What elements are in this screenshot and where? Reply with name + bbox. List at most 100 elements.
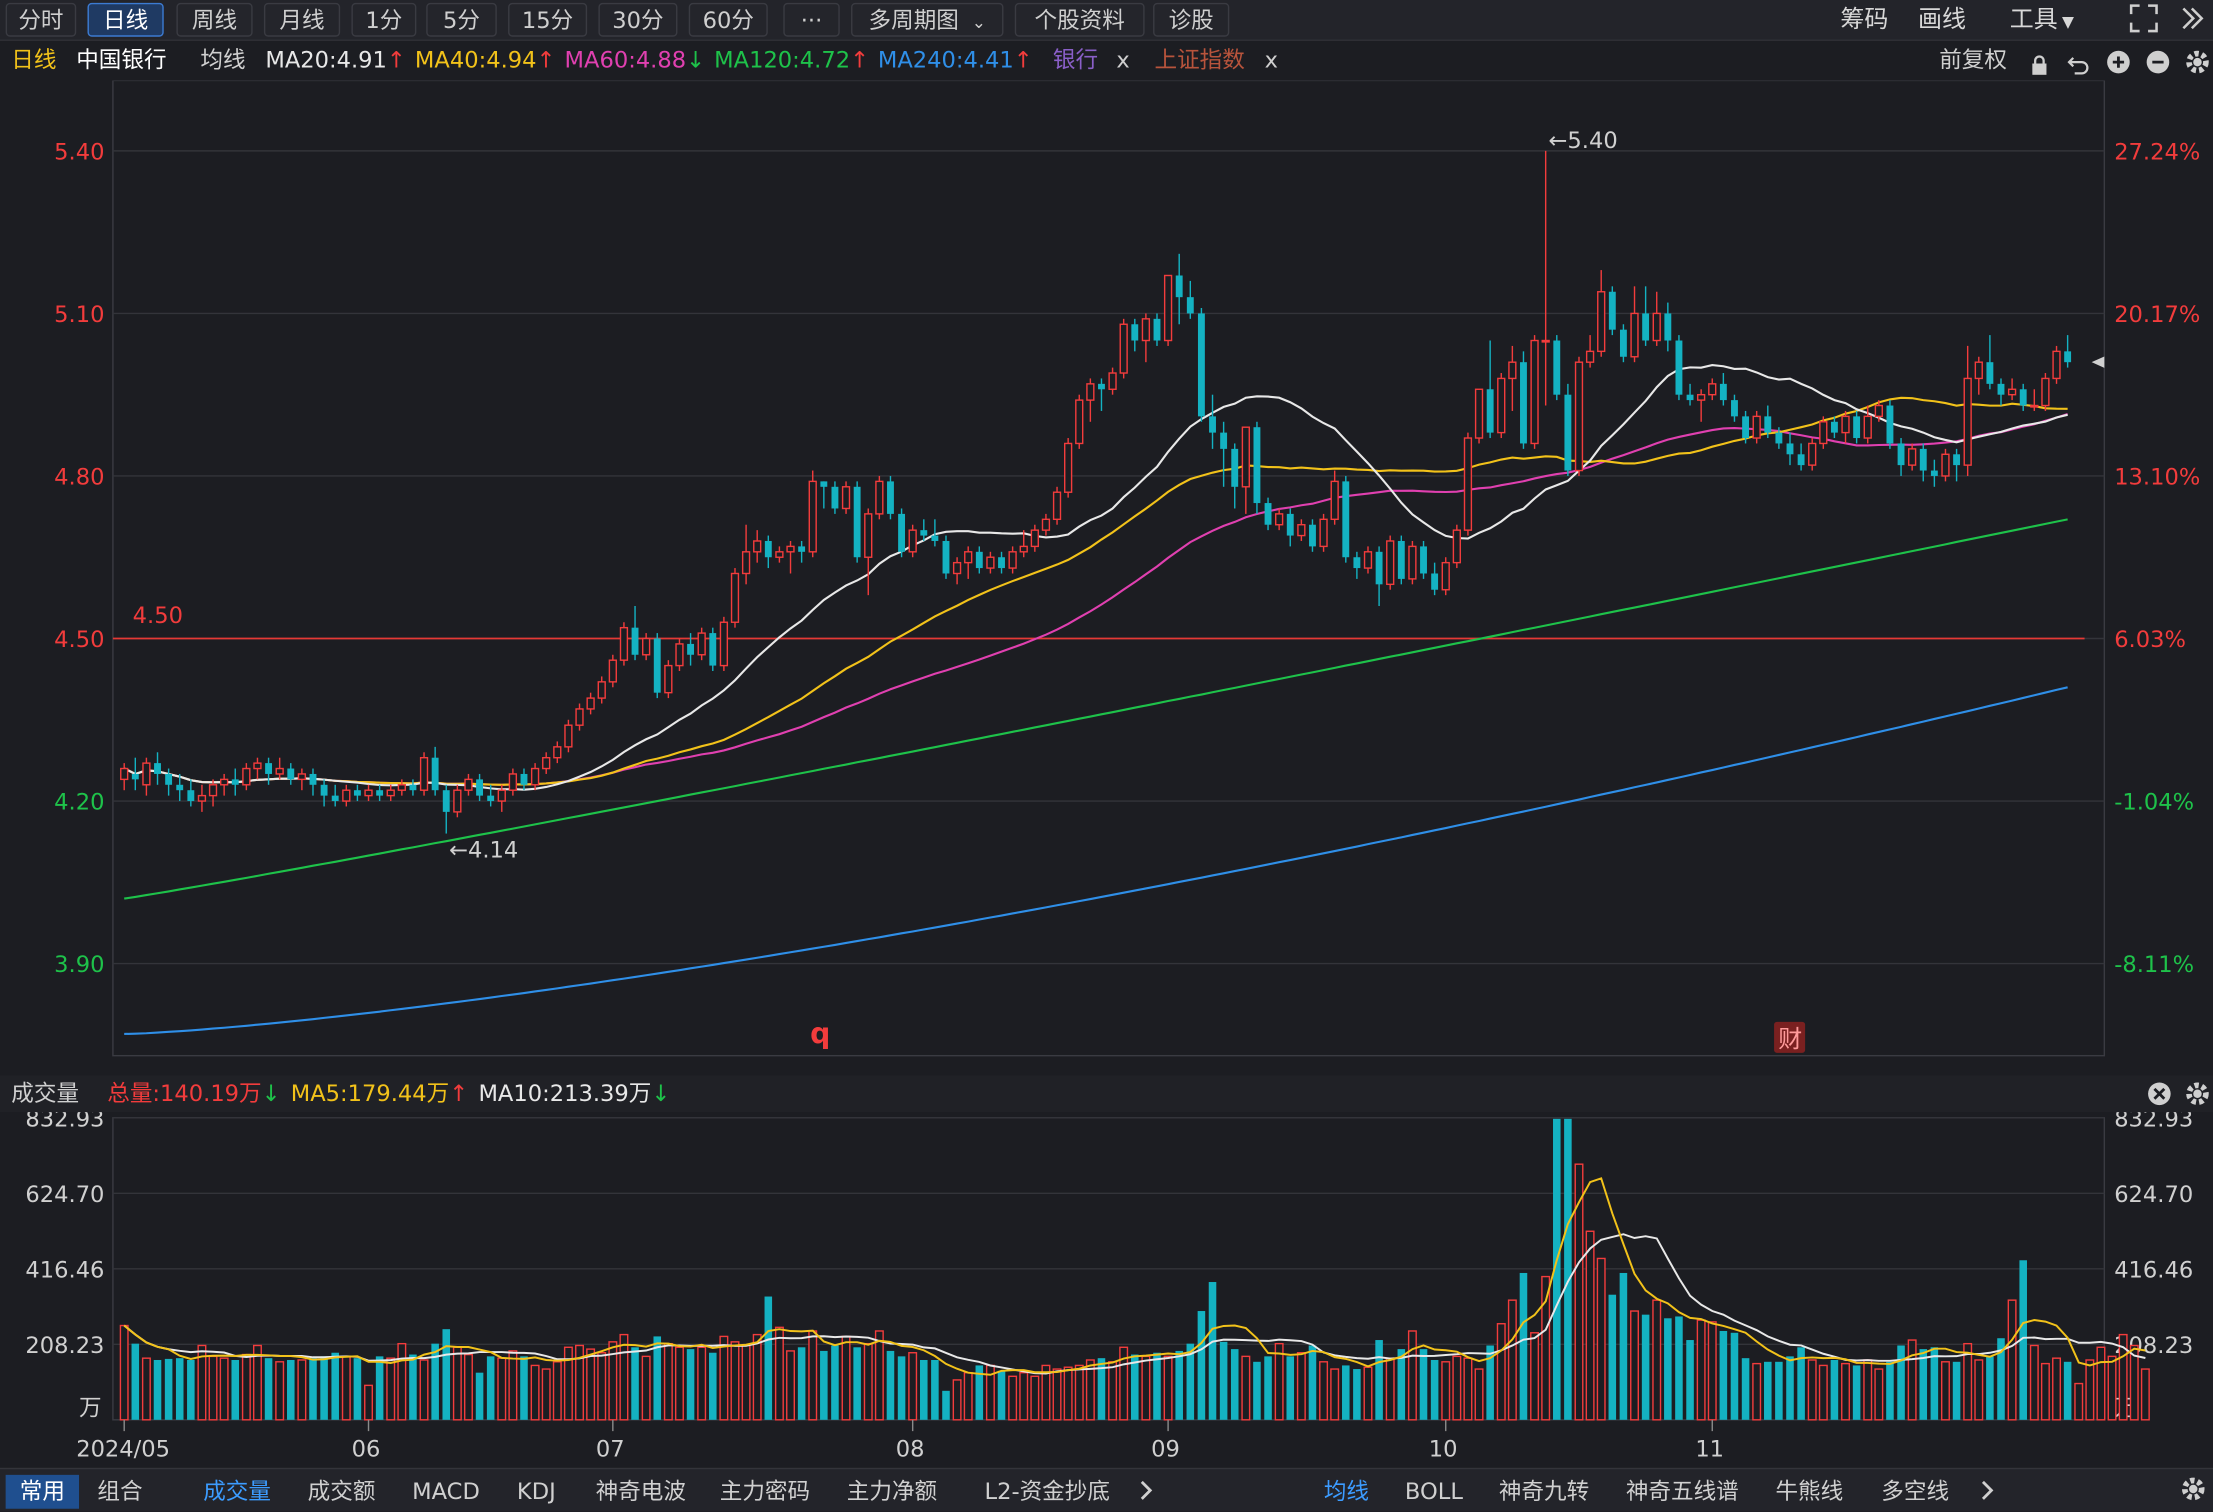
candle-body <box>864 513 873 558</box>
multi-period-button[interactable]: 多周期图 ⌄ <box>851 2 1004 37</box>
volume-tick-label-right: 624.70 <box>2114 1182 2193 1208</box>
close-compare-index[interactable]: x <box>1265 41 1278 81</box>
candle-body <box>1008 551 1017 569</box>
ma-type-label[interactable]: 均线 <box>200 41 245 81</box>
draw-line-button[interactable]: 画线 <box>1918 3 1966 37</box>
tools-button[interactable]: 工具 ▼ <box>2010 3 2074 40</box>
volume-bar <box>1619 1272 1628 1420</box>
indicator-tab[interactable]: 神奇电波 <box>581 1475 700 1509</box>
volume-bar <box>1019 1371 1029 1421</box>
volume-bar <box>1707 1321 1717 1421</box>
volume-bar <box>1141 1355 1151 1421</box>
overlay-tab[interactable]: BOLL <box>1392 1475 1477 1509</box>
bottom-group-tab[interactable]: 常用 <box>5 1474 80 1509</box>
volume-bar <box>1397 1349 1406 1420</box>
volume-bar <box>1241 1355 1251 1421</box>
indicator-tab[interactable]: 主力密码 <box>706 1475 825 1509</box>
period-tab[interactable]: 30分 <box>598 2 678 37</box>
candle-body <box>275 767 284 775</box>
volume-bar <box>920 1359 928 1420</box>
candle-body <box>1309 524 1316 547</box>
candle-body <box>397 784 406 791</box>
candle-body <box>841 486 851 510</box>
volume-bar <box>831 1345 839 1420</box>
volume-bar <box>1940 1361 1950 1421</box>
period-tab[interactable]: 分时 <box>5 2 77 37</box>
candle-body <box>1597 291 1606 353</box>
bottom-group-tab[interactable]: 组合 <box>82 1475 158 1509</box>
volume-bar <box>697 1346 707 1421</box>
volume-bar <box>508 1350 518 1421</box>
candle-body <box>741 551 751 575</box>
indicator-tab[interactable]: L2-资金抄底 <box>963 1475 1132 1509</box>
candle-body <box>1431 573 1439 590</box>
chips-button[interactable]: 筹码 <box>1840 3 1888 37</box>
diagnose-button[interactable]: 诊股 <box>1153 2 1230 37</box>
fullscreen-icon[interactable] <box>2125 3 2162 37</box>
volume-bar <box>963 1371 973 1421</box>
candle-body <box>1731 400 1738 417</box>
volume-bar <box>619 1333 629 1421</box>
volume-bar <box>153 1359 162 1420</box>
indicator-tab[interactable]: 主力净额 <box>833 1475 952 1509</box>
arrow-up-icon: ↑ <box>850 46 869 74</box>
price-chart[interactable]: 4.50 5.40 5.10 4.80 4.50 4.20 3.90 27.24% 20.1… <box>0 80 2213 1075</box>
period-tab[interactable]: 60分 <box>688 2 768 37</box>
close-compare-bank[interactable]: x <box>1116 41 1129 81</box>
candle-body <box>586 697 595 710</box>
overlay-tab[interactable]: 牛熊线 <box>1761 1475 1857 1509</box>
compare-bank[interactable]: 银行 <box>1053 41 1098 81</box>
chevron-right-icon[interactable] <box>1973 1475 2001 1509</box>
volume-bar <box>341 1355 351 1421</box>
period-tab[interactable]: 月线 <box>263 2 341 37</box>
overlay-tab[interactable]: 神奇九转 <box>1485 1475 1604 1509</box>
volume-bar <box>397 1342 407 1421</box>
volume-bar <box>287 1359 295 1420</box>
candle-body <box>608 659 617 683</box>
candle-body <box>520 773 528 785</box>
period-tab[interactable]: 周线 <box>176 2 253 37</box>
indicator-tab[interactable]: MACD <box>398 1475 494 1509</box>
volume-bar <box>431 1343 439 1420</box>
candle-body <box>1675 340 1683 395</box>
date-label: 09 <box>1151 1437 1180 1463</box>
volume-bar <box>463 1353 473 1421</box>
candle-body <box>641 637 651 656</box>
indicator-tab[interactable]: KDJ <box>505 1475 567 1509</box>
period-tab[interactable]: 5分 <box>426 2 497 37</box>
volume-bar <box>1585 1230 1595 1421</box>
stock-info-button[interactable]: 个股资料 <box>1014 2 1145 37</box>
candle-body <box>1652 312 1661 342</box>
gear-icon[interactable] <box>2179 1476 2207 1507</box>
volume-bar <box>752 1333 762 1421</box>
period-tab[interactable]: 1分 <box>351 2 417 37</box>
indicator-tab[interactable]: 成交额 <box>294 1475 390 1509</box>
period-tab[interactable]: 15分 <box>508 2 588 37</box>
volume-bar <box>1342 1365 1350 1420</box>
double-chevron-right-icon[interactable] <box>2176 3 2207 37</box>
more-periods-button[interactable]: ··· <box>783 2 840 37</box>
volume-bar <box>1474 1368 1484 1421</box>
chevron-right-icon[interactable] <box>1132 1475 1160 1509</box>
overlay-tab[interactable]: 均线 <box>1310 1475 1383 1509</box>
volume-bar <box>164 1358 173 1420</box>
volume-tick-label-right: 416.46 <box>2114 1257 2193 1283</box>
candle-body <box>165 773 173 785</box>
volume-bar <box>2040 1362 2050 1421</box>
price-adjust-label[interactable]: 前复权 <box>1939 41 2007 81</box>
volume-bar <box>1863 1359 1873 1421</box>
candle-body <box>1686 394 1694 401</box>
volume-bar <box>1274 1342 1284 1421</box>
stock-name[interactable]: 中国银行 <box>76 41 166 81</box>
candle-body <box>1197 313 1205 417</box>
volume-chart[interactable]: 832.93 832.93 624.70 624.70 416.46 416.46 208.… <box>0 1112 2213 1468</box>
compare-shanghai-index[interactable]: 上证指数 <box>1154 41 1244 81</box>
volume-header: 成交量 总量:140.19万↓ MA5:179.44万↑ MA10:213.39… <box>0 1075 2213 1113</box>
volume-bar <box>320 1356 328 1420</box>
period-tab[interactable]: 日线 <box>87 2 164 37</box>
candle-body <box>575 708 584 726</box>
indicator-tab[interactable]: 成交量 <box>189 1475 285 1509</box>
overlay-tab[interactable]: 多空线 <box>1866 1475 1965 1509</box>
candle-body <box>1808 442 1817 466</box>
overlay-tab[interactable]: 神奇五线谱 <box>1615 1475 1750 1509</box>
